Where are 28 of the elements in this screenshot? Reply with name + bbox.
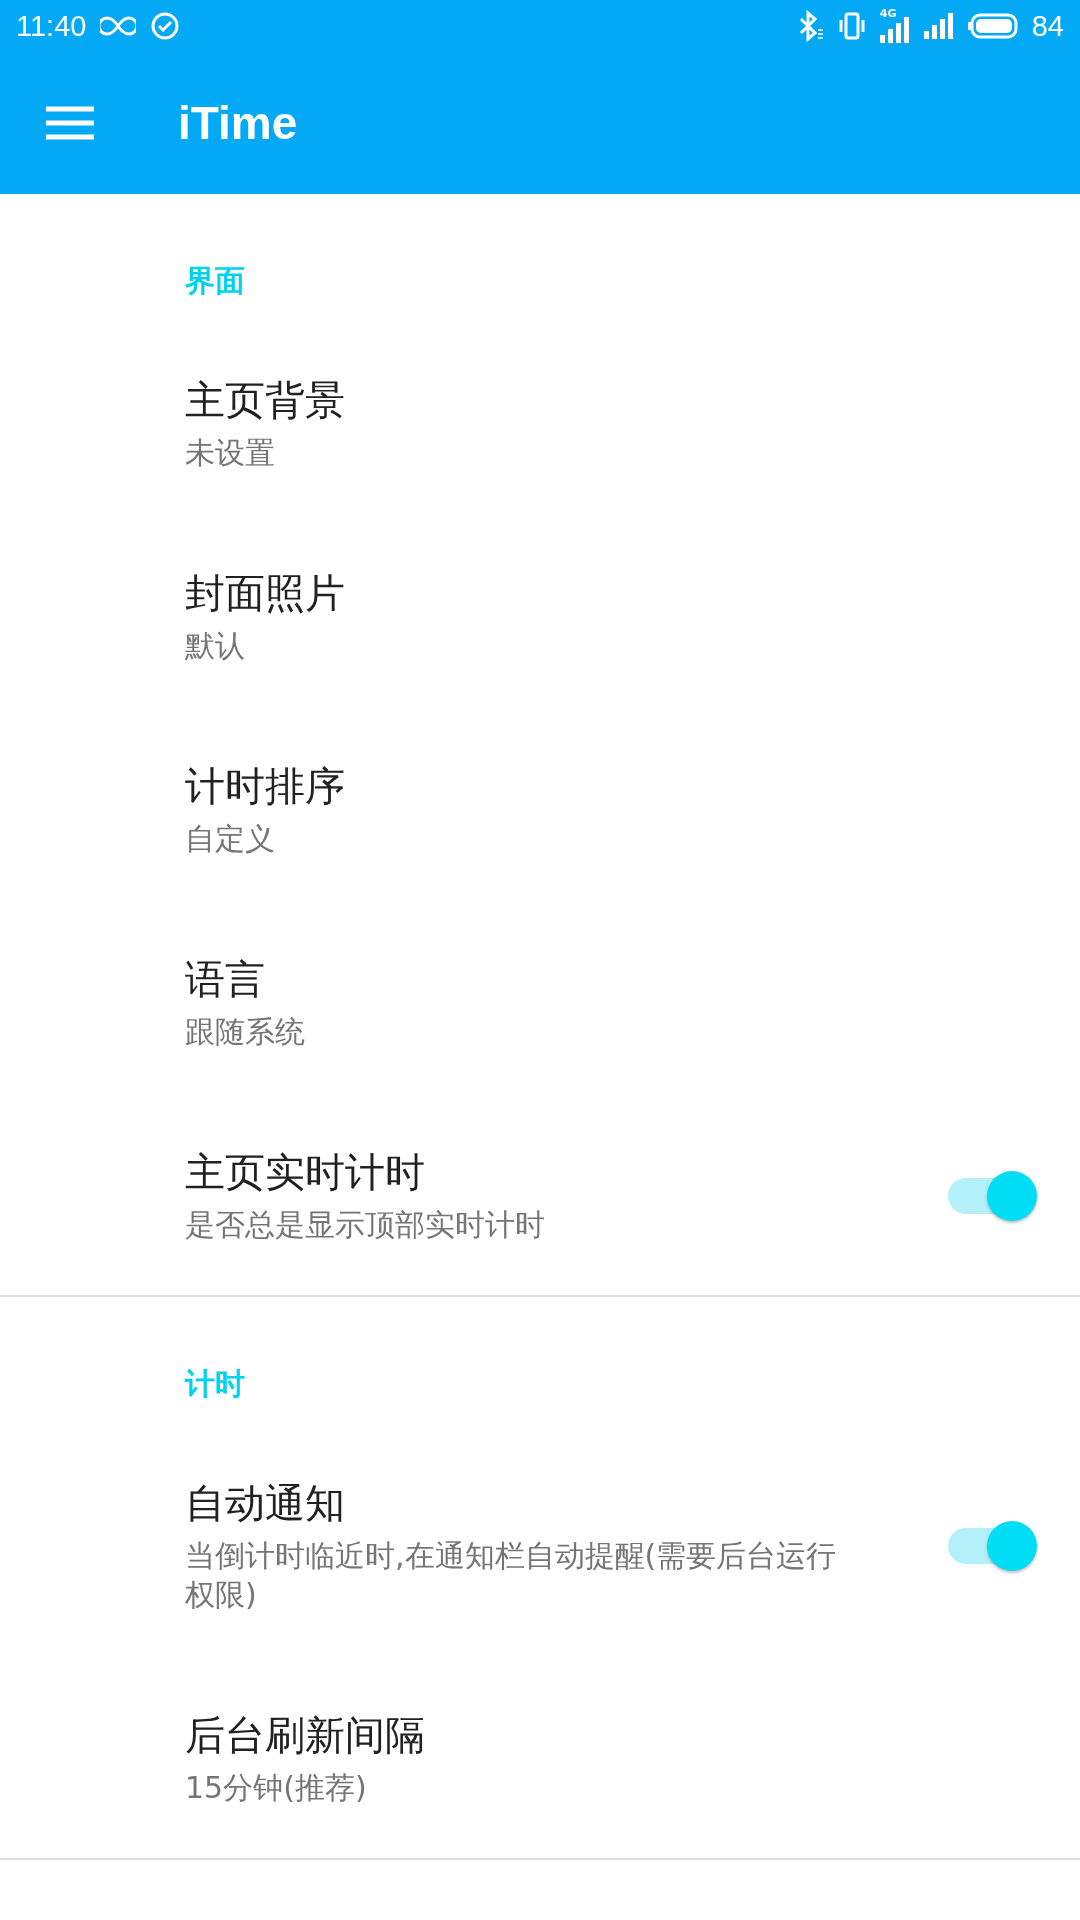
app-title: iTime (178, 96, 298, 150)
network-type-label: 4G (879, 7, 897, 20)
setting-title[interactable]: 主页实时计时 (185, 1147, 865, 1197)
setting-summary: 15分钟(推荐) (185, 1769, 368, 1807)
setting-summary: 是否总是显示顶部实时计时 (185, 1206, 546, 1244)
setting-title[interactable]: 语言 (185, 954, 865, 1004)
setting-summary: 自定义 (185, 820, 276, 858)
setting-summary: 跟随系统 (185, 1013, 306, 1051)
setting-title[interactable]: 主页背景 (185, 375, 865, 425)
setting-summary: 默认 (185, 627, 246, 665)
battery-level: 84 (1031, 9, 1064, 43)
status-time: 11:40 (16, 9, 87, 43)
setting-title[interactable]: 自动通知 (185, 1478, 865, 1528)
setting-title[interactable]: 封面照片 (185, 568, 865, 618)
infinity-icon (100, 16, 137, 36)
check-circle-icon (150, 11, 181, 41)
menu-icon[interactable] (46, 106, 94, 140)
section-header: 界面 (184, 262, 246, 300)
setting-title[interactable]: 后台刷新间隔 (185, 1710, 865, 1760)
setting-summary: 未设置 (185, 434, 276, 472)
section-header: 计时 (183, 1365, 246, 1403)
signal-icon (923, 13, 954, 39)
bluetooth-icon (797, 10, 824, 42)
setting-summary: 当倒计时临近时,在通知栏自动提醒(需要后台运行权限) (185, 1537, 838, 1614)
setting-title[interactable]: 计时排序 (185, 761, 865, 811)
battery-icon (967, 13, 1018, 39)
signal-icon (879, 17, 910, 43)
vibrate-icon (837, 11, 866, 41)
